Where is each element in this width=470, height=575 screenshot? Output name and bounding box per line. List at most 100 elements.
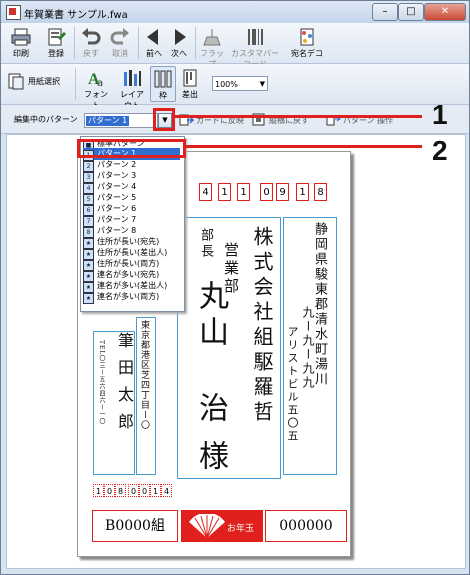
sender-zip-digit[interactable]: 8 [115,484,126,497]
next-button[interactable]: 次へ [167,25,191,59]
callout-highlight-pattern-1 [77,139,186,158]
redo-button[interactable]: 取消 [107,25,133,59]
address-deco-label: 宛名デコ [291,49,323,58]
undo-button[interactable]: 戻す [79,25,103,59]
pattern-label: 編集中のパターン [14,115,78,124]
dropdown-item-label: パターン 5 [97,193,137,202]
frame-icon [154,70,172,88]
sender-zip-digit[interactable]: 1 [150,484,161,497]
next-label: 次へ [171,49,187,58]
sender-button[interactable]: 差出 [178,66,202,100]
callout-line-1 [172,115,422,118]
paper-icon [8,73,24,90]
sender-zip-digit[interactable]: 0 [139,484,150,497]
app-icon [6,5,21,20]
print-button[interactable]: 印刷 [7,25,35,59]
dropdown-item-label: パターン 2 [97,160,137,169]
zip-digit[interactable]: 0 [260,183,273,201]
zip-digit[interactable]: 1 [237,183,250,201]
recipient-name: 丸山 [193,280,228,352]
sender-zip-digit[interactable]: 0 [128,484,139,497]
triangle-right-icon [175,29,186,45]
maximize-button[interactable]: □ [398,3,424,21]
pattern-select[interactable]: パターン 1 [84,113,158,128]
dropdown-item-label: 連名が多い(差出人) [97,281,168,290]
sender-zip-digit[interactable]: 1 [93,484,104,497]
dropdown-item-label: 住所が長い(両方) [97,259,160,268]
lottery-group-number: B0000組 [92,510,178,542]
fan-icon [189,514,225,539]
svg-text:a: a [97,78,103,88]
dropdown-item-label: 連名が多い(宛先) [97,270,160,279]
recipient-address-line2: 九ー九ー九九 [301,306,315,390]
frame-label: 枠 [159,91,167,100]
window-title: 年賀業書 サンプル.fwa [24,10,128,21]
sender-name: 筆田太郎 [115,332,134,440]
dropdown-item-label: パターン 6 [97,204,137,213]
callout-number-1: 1 [432,99,448,130]
sender-phone: TEL〇三ー五六四六ー一〇 [98,340,105,426]
dropdown-item-label: 住所が長い(差出人) [97,248,168,257]
flap-icon [203,29,221,46]
toolbar-separator [138,27,139,59]
title-bar: 年賀業書 サンプル.fwa – □ ✕ [1,1,469,23]
close-button[interactable]: ✕ [424,3,466,21]
frame-button[interactable]: 枠 [150,66,176,102]
printer-icon [11,28,31,46]
paper-select-label: 用紙選択 [28,77,60,86]
zip-digit[interactable]: 9 [276,183,289,201]
recipient-title: 部長 [198,228,213,260]
dropdown-item-label: パターン 4 [97,182,137,191]
dropdown-item-label: パターン 3 [97,171,137,180]
barcode-icon [248,29,263,45]
toolbar-separator [195,27,196,59]
lottery-number: 000000 [265,510,347,542]
dropdown-item-label: 連名が多い(両方) [97,292,160,301]
main-toolbar: 印刷 登録 戻す 取消 前へ 次へ フラップ カ [1,23,469,69]
minimize-button[interactable]: – [372,3,398,21]
dropdown-item-label: パターン 7 [97,215,137,224]
redo-icon [110,28,129,45]
otoshidama-stamp: お年玉 [181,510,263,542]
deco-icon [300,28,314,46]
dropdown-item-label: パターン 8 [97,226,137,235]
zoom-select[interactable]: 100% ▼ [212,76,268,91]
cancel-label: 取消 [112,49,128,58]
callout-line-2 [183,145,422,148]
otoshidama-label: お年玉 [227,524,255,534]
print-label: 印刷 [13,49,29,58]
zip-digit[interactable]: 1 [296,183,309,201]
undo-label: 戻す [83,49,99,58]
font-icon: Aa [88,71,103,88]
dropdown-item[interactable]: ★ 連名が多い(両方) [83,291,160,304]
zip-digit[interactable]: 1 [218,183,231,201]
toolbar-separator [75,68,76,100]
register-icon [48,28,67,46]
sender-zip-digit[interactable]: 4 [161,484,172,497]
zip-digit[interactable]: 4 [199,183,212,201]
callout-highlight-dropdown-button [153,108,175,131]
pattern-bar: 編集中のパターン カードに反映 縦横に戻す パターン 操作 [1,105,469,134]
chevron-down-icon: ▼ [259,80,265,88]
zoom-value: 100% [215,80,238,89]
recipient-honorific: 様 [193,440,228,470]
register-button[interactable]: 登録 [41,25,71,59]
prev-button[interactable]: 前へ [142,25,166,59]
undo-icon [82,28,101,45]
sender-label: 差出 [182,90,198,99]
callout-number-2: 2 [432,135,448,166]
recipient-company: 株式会社組駆羅哲 [250,226,274,426]
sender-zip-digit[interactable]: 0 [104,484,115,497]
prev-label: 前へ [146,49,162,58]
recipient-address-line3: アリストビル五〇五 [286,326,299,443]
triangle-left-icon [147,29,158,45]
recipient-name-given: 治 [193,392,228,422]
address-deco-button[interactable]: 宛名デコ [290,25,324,59]
dropdown-item-label: 住所が長い(宛先) [97,237,160,246]
zip-digit[interactable]: 8 [314,183,327,201]
sender-address: 東京都港区芝四丁目ー〇 [139,320,149,430]
toolbar-separator [74,27,75,59]
pattern-select-value: パターン 1 [86,116,130,126]
layout-icon [124,70,141,86]
pattern-dropdown-list: ■ 標準パターン 1 パターン 1 2 パターン 2 3 パターン 3 4 パターン 4 … [80,136,185,312]
